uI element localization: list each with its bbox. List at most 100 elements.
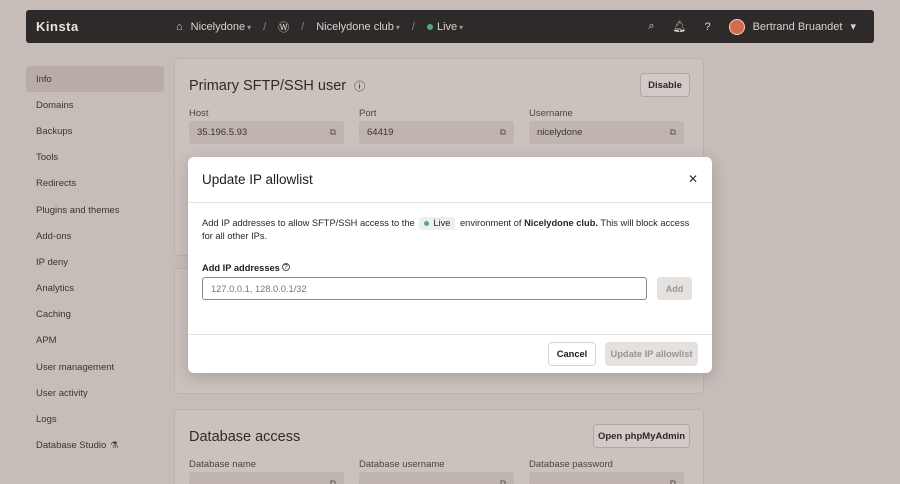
username-label: Username [529,108,573,119]
chevron-down-icon: ▾ [247,22,252,32]
user-menu[interactable]: Bertrand Bruandet ▾ [728,18,856,35]
modal-title: Update IP allowlist [202,172,313,187]
username-field: nicelydone ⧉ [529,121,684,144]
breadcrumb-separator: / [301,20,305,33]
sidebar-item-apm[interactable]: APM [26,328,164,354]
description-text: environment of [459,218,522,228]
breadcrumb-separator: / [263,20,267,33]
search-icon[interactable]: ⌕ [648,20,654,33]
sidebar-item-database-studio[interactable]: Database Studio ⚗ [26,433,164,459]
chevron-down-icon: ▾ [850,21,856,33]
sidebar-item-label: Logs [36,414,57,426]
cancel-button[interactable]: Cancel [548,342,596,366]
host-label: Host [189,108,209,119]
sidebar-item-label: Tools [36,152,59,164]
copy-icon[interactable]: ⧉ [670,127,676,138]
live-status-dot [424,221,430,226]
sidebar-item-label: Redirects [36,178,77,190]
disable-button-label: Disable [648,79,682,91]
sidebar-item-info[interactable]: Info [26,66,164,93]
site-name: Nicelydone club. [524,218,598,228]
copy-icon[interactable]: ⧉ [670,478,676,484]
bell-icon[interactable]: 🔔︎ [672,20,686,33]
ip-addresses-input[interactable] [202,277,647,300]
environment-badge: Live [419,217,456,230]
copy-icon[interactable]: ⧉ [500,127,506,138]
sidebar-item-analytics[interactable]: Analytics [26,276,164,302]
host-field: 35.196.5.93 ⧉ [189,121,344,144]
sidebar-item-logs[interactable]: Logs [26,406,164,432]
database-name-label: Database name [189,459,257,470]
open-phpmyadmin-label: Open phpMyAdmin [597,430,686,442]
database-username-label: Database username [359,459,445,470]
sidebar-item-label: Backups [36,125,73,137]
wordpress-icon: Ⓦ [278,21,290,34]
user-name: Bertrand Bruandet [752,20,843,33]
sidebar-item-label: Analytics [36,283,75,295]
help-icon[interactable]: ? [281,263,290,271]
avatar [728,18,745,35]
sidebar-item-label: Domains [36,99,74,111]
chevron-down-icon: ▾ [395,22,400,32]
copy-icon[interactable]: ⧉ [330,127,336,138]
sidebar-item-label: Database Studio [36,440,107,452]
close-icon[interactable]: ✕ [688,172,698,186]
database-card-title: Database access [189,429,301,445]
breadcrumb-company-label: Nicelydone [190,20,246,33]
flask-icon: ⚗ [110,440,119,451]
open-phpmyadmin-button[interactable]: Open phpMyAdmin [593,424,690,448]
sidebar-item-user-activity[interactable]: User activity [26,380,164,406]
database-username-field: ⧉ [359,472,514,484]
sidebar-item-domains[interactable]: Domains [26,92,164,118]
kinsta-logo[interactable]: Kinsta [36,19,79,34]
help-icon[interactable]: ? [704,21,710,33]
add-button-label: Add [665,283,684,294]
sidebar-item-label: Caching [36,309,71,321]
modal-description: Add IP addresses to allow SFTP/SSH acces… [202,217,692,243]
breadcrumb-site[interactable]: Nicelydone club ▾ [316,21,400,33]
add-button[interactable]: Add [657,277,692,300]
port-value: 64419 [367,127,394,138]
database-password-label: Database password [529,459,613,470]
breadcrumb-environment-label: Live [436,20,458,33]
copy-icon[interactable]: ⧉ [500,478,506,484]
sidebar-item-tools[interactable]: Tools [26,145,164,171]
breadcrumb-environment[interactable]: Live ▾ [426,20,464,33]
sidebar-item-label: APM [36,335,57,347]
sidebar-item-label: User management [36,361,115,373]
username-value: nicelydone [537,127,583,138]
update-button-label: Update IP allowlist [610,349,693,359]
port-field: 64419 ⧉ [359,121,514,144]
sidebar-item-add-ons[interactable]: Add-ons [26,223,164,249]
sidebar-item-plugins-themes[interactable]: Plugins and themes [26,197,164,223]
topbar-actions: ⌕ 🔔︎ ? Bertrand Bruandet ▾ [648,18,856,35]
sidebar-item-backups[interactable]: Backups [26,118,164,144]
ip-addresses-label-text: Add IP addresses [202,263,280,273]
sidebar-item-redirects[interactable]: Redirects [26,171,164,197]
database-password-field: ⧉ [529,472,684,484]
database-name-field: ⧉ [189,472,344,484]
copy-icon[interactable]: ⧉ [330,478,336,484]
live-status-dot [426,23,433,30]
sidebar-item-label: IP deny [36,256,69,268]
sidebar-item-user-management[interactable]: User management [26,354,164,380]
update-ip-allowlist-button[interactable]: Update IP allowlist [605,342,698,366]
sidebar-item-caching[interactable]: Caching [26,302,164,328]
sidebar-item-ip-deny[interactable]: IP deny [26,249,164,275]
breadcrumb-site-label: Nicelydone club [316,20,394,33]
chevron-down-icon: ▾ [459,22,464,32]
update-ip-allowlist-modal: Update IP allowlist ✕ Add IP addresses t… [188,157,712,373]
sidebar-item-label: User activity [36,387,88,399]
sftp-title-text: Primary SFTP/SSH user [189,78,347,94]
breadcrumb-separator: / [411,20,415,33]
divider [188,334,712,335]
port-label: Port [359,108,377,119]
breadcrumb: ⌂ Nicelydone ▾ / Ⓦ / Nicelydone club ▾ / L… [176,19,463,35]
sidebar-item-label: Add-ons [36,230,72,242]
ip-addresses-label: Add IP addresses? [202,263,290,273]
help-icon[interactable]: ⓘ [354,81,365,93]
disable-button[interactable]: Disable [640,73,690,97]
home-icon[interactable]: ⌂ [176,21,183,33]
cancel-button-label: Cancel [556,349,588,359]
breadcrumb-company[interactable]: Nicelydone ▾ [191,21,251,33]
